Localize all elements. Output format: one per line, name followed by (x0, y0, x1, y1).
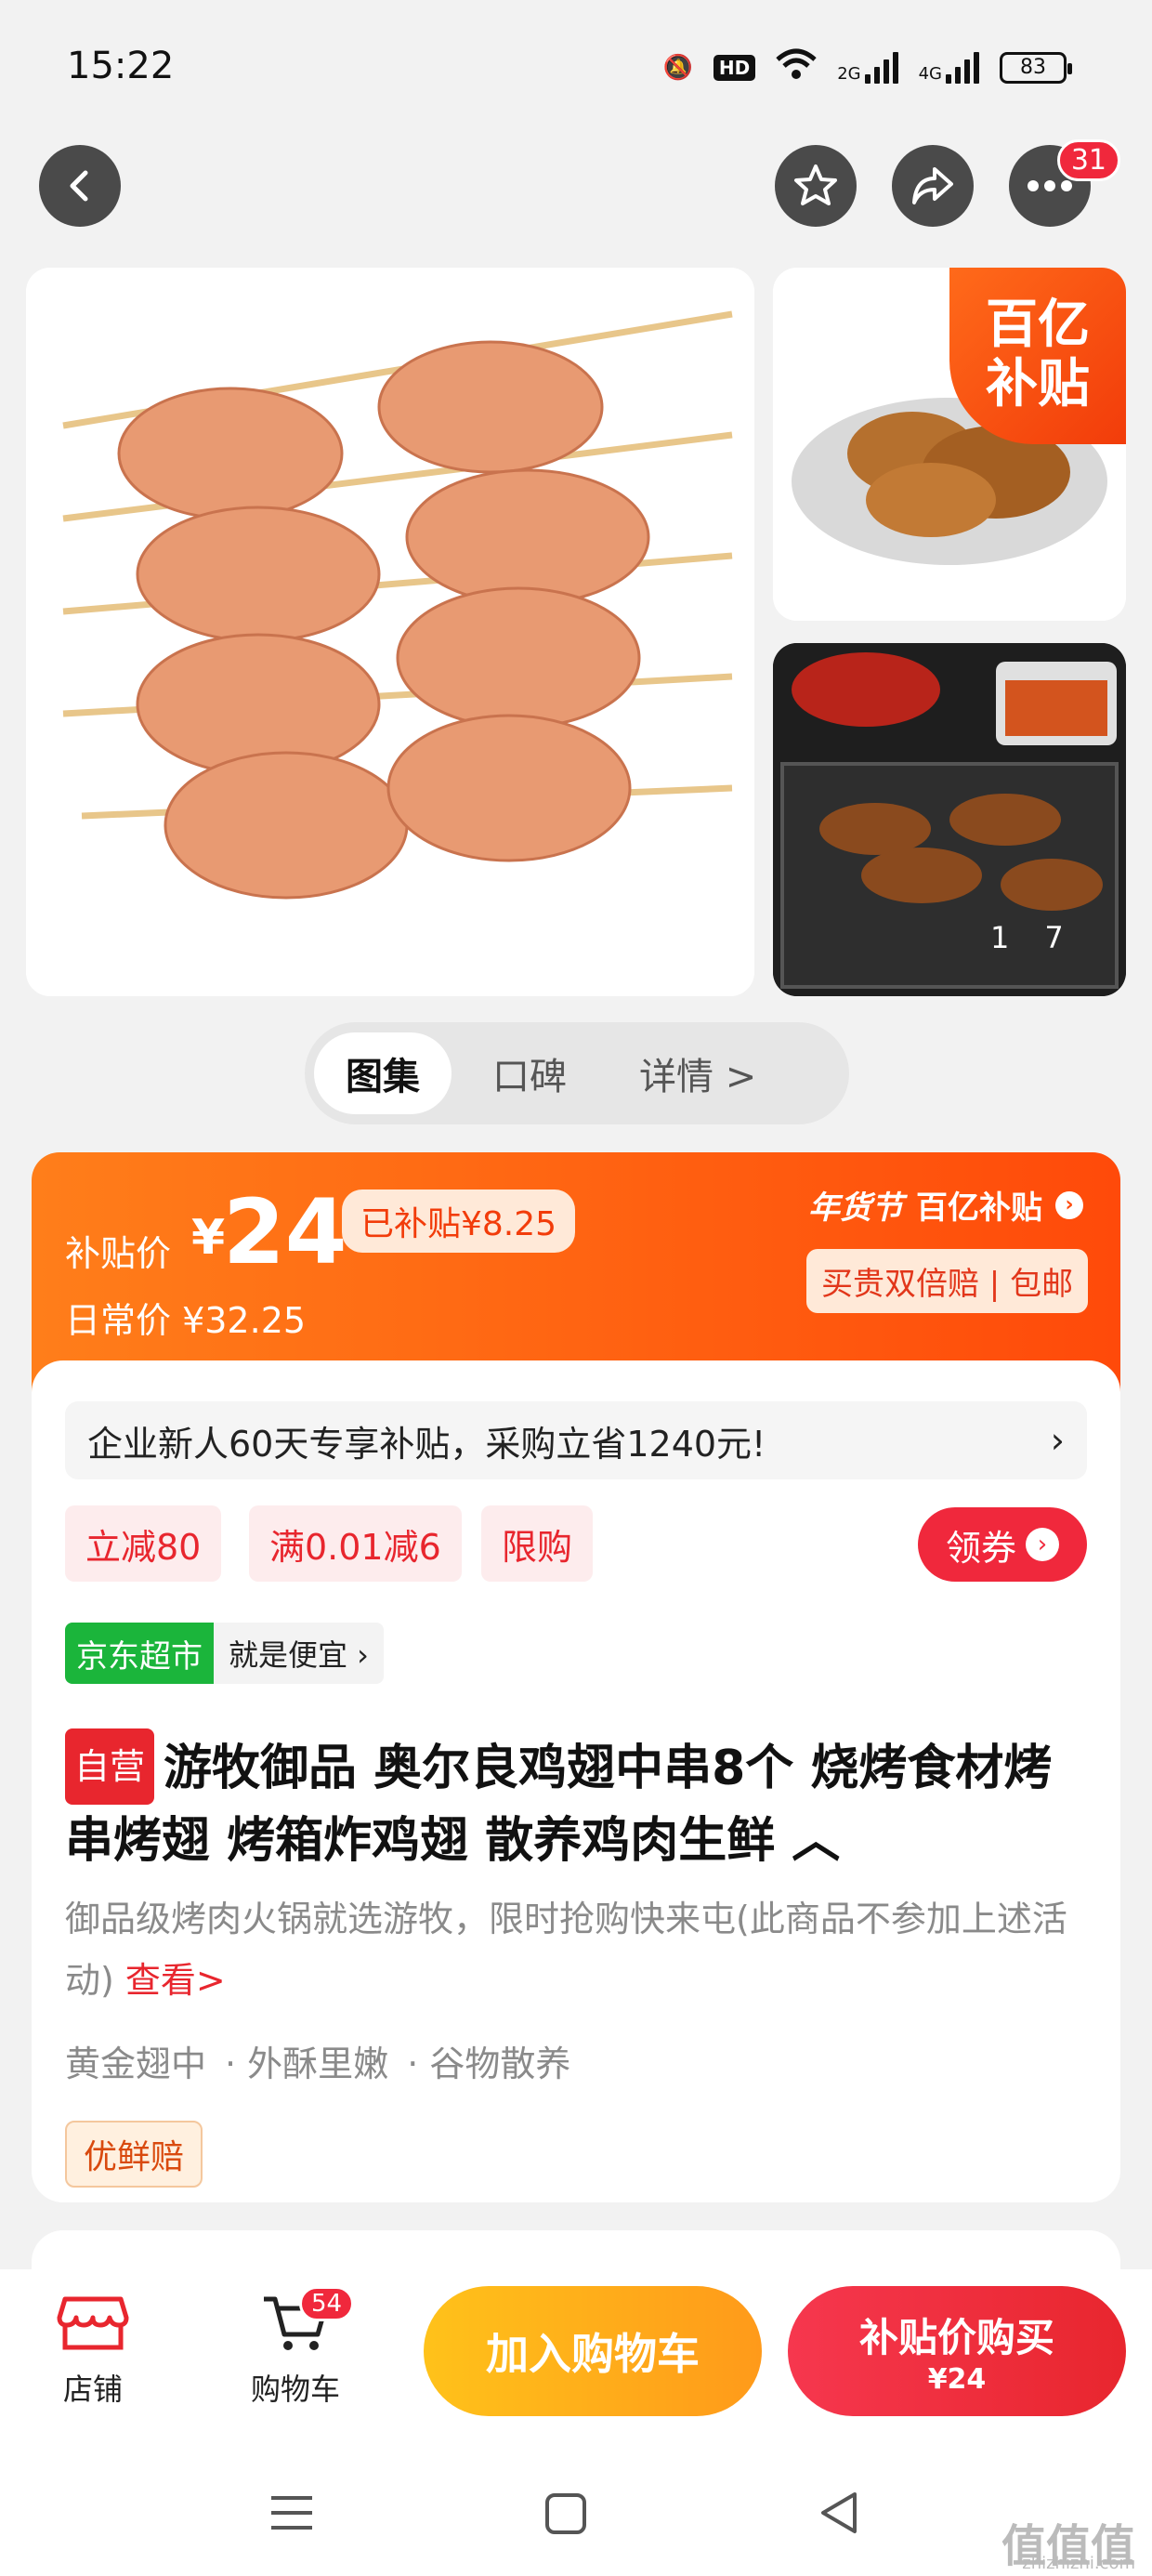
cart-label: 购物车 (251, 2372, 341, 2407)
get-coupon-label: 领券 (945, 1527, 1016, 1569)
gallery-tabs: 图集 口碑 详情 > (305, 1022, 849, 1124)
status-time: 15:22 (67, 45, 175, 87)
price-guarantee-badge[interactable]: 买贵双倍赔 | 包邮 (806, 1249, 1089, 1313)
enterprise-promo-text: 企业新人60天专享补贴，采购立省1240元! (87, 1423, 766, 1465)
tab-gallery[interactable]: 图集 (314, 1032, 452, 1114)
favorite-button[interactable] (775, 145, 857, 227)
tab-reviews[interactable]: 口碑 (461, 1032, 598, 1114)
back-button[interactable] (39, 145, 121, 227)
coupon-tag-3[interactable]: 限购 (481, 1505, 594, 1582)
chevron-left-icon (70, 170, 88, 202)
view-more-link[interactable]: 查看> (125, 1960, 226, 2001)
buy-now-label: 补贴价购买 (858, 2315, 1054, 2360)
coupon-tag-1[interactable]: 立减80 (65, 1505, 222, 1582)
chevron-right-icon: › (1055, 1190, 1083, 1219)
enterprise-promo-banner[interactable]: 企业新人60天专享补贴，采购立省1240元! › (65, 1401, 1087, 1479)
festival-subsidy-link[interactable]: 年货节 百亿补贴 › (808, 1182, 1083, 1228)
subsidy-price: 24 (223, 1180, 347, 1284)
store-button[interactable]: 店铺 (56, 2290, 130, 2409)
subsidy-price-label: 补贴价 (65, 1233, 172, 1274)
daily-price: 日常价 ¥32.25 (65, 1300, 307, 1341)
chevron-right-icon: › (1026, 1528, 1059, 1561)
signal-2g-icon: 2G (837, 51, 898, 84)
get-coupon-button[interactable]: 领券 › (918, 1507, 1087, 1582)
product-title-text: 游牧御品 奥尔良鸡翅中串8个 烧烤食材烤串烤翅 烤箱炸鸡翅 散养鸡肉生鲜 ︿ (65, 1741, 1053, 1869)
subsidy-badge-line2: 补贴 (986, 354, 1090, 414)
message-badge: 31 (1056, 139, 1120, 181)
chevron-right-icon: › (1050, 1420, 1065, 1461)
back-nav-icon[interactable] (818, 2491, 860, 2535)
share-button[interactable] (892, 145, 974, 227)
signal-4g-icon: 4G (919, 51, 979, 84)
home-icon[interactable] (544, 2492, 587, 2535)
product-title[interactable]: 自营 游牧御品 奥尔良鸡翅中串8个 烧烤食材烤串烤翅 烤箱炸鸡翅 散养鸡肉生鲜 ︿ (65, 1728, 1096, 1877)
jd-supermarket-tag[interactable]: 京东超市 就是便宜 › (65, 1623, 384, 1684)
product-description: 御品级烤肉火锅就选游牧，限时抢购快来屯(此商品不参加上述活动) 查看> (65, 1888, 1087, 2011)
hd-icon: HD (713, 54, 756, 81)
add-to-cart-button[interactable]: 加入购物车 (424, 2286, 762, 2416)
share-icon (912, 167, 953, 204)
battery-icon: 83 (1000, 51, 1072, 84)
status-icons: 🔕 HD 2G 4G 83 (662, 48, 1072, 86)
feature-item: · 谷物散养 (407, 2044, 571, 2084)
buy-now-button[interactable]: 补贴价购买 ¥24 (788, 2286, 1126, 2416)
subsidized-amount: 已补贴¥8.25 (342, 1189, 576, 1253)
star-icon (794, 164, 837, 205)
feature-item: · 外酥里嫩 (225, 2044, 389, 2084)
store-label: 店铺 (62, 2372, 123, 2407)
subsidy-program-label: 百亿补贴 (916, 1189, 1042, 1227)
self-operated-tag: 自营 (65, 1728, 155, 1805)
store-slogan: 就是便宜 › (229, 1637, 369, 1673)
store-name: 京东超市 (65, 1623, 214, 1684)
wifi-icon (776, 48, 817, 86)
cart-count-badge: 54 (299, 2286, 355, 2321)
image-counter-total: 7 (1044, 920, 1099, 955)
product-features: 黄金翅中 · 外酥里嫩 · 谷物散养 (65, 2035, 570, 2086)
watermark-url: zhizhizhi.com (1022, 2554, 1135, 2573)
image-counter: 17 (990, 920, 1099, 955)
mute-icon: 🔕 (662, 53, 693, 82)
system-navigation-bar (0, 2455, 1152, 2576)
subsidy-badge-line1: 百亿 (986, 295, 1090, 355)
buy-now-price: ¥24 (927, 2363, 987, 2396)
feature-item: 黄金翅中 (65, 2044, 207, 2084)
more-icon (1028, 180, 1072, 191)
price-currency: ¥ (191, 1210, 226, 1266)
store-icon (57, 2296, 129, 2350)
tab-details[interactable]: 详情 > (608, 1032, 788, 1114)
product-main-image[interactable] (26, 268, 754, 996)
coupon-tag-2[interactable]: 满0.01减6 (249, 1505, 462, 1582)
festival-label: 年货节 (808, 1189, 903, 1227)
image-counter-current: 1 (990, 920, 1045, 955)
subsidy-corner-badge: 百亿 补贴 (949, 268, 1126, 444)
menu-icon[interactable] (269, 2492, 314, 2533)
fresh-guarantee-tag[interactable]: 优鲜赔 (65, 2121, 203, 2188)
